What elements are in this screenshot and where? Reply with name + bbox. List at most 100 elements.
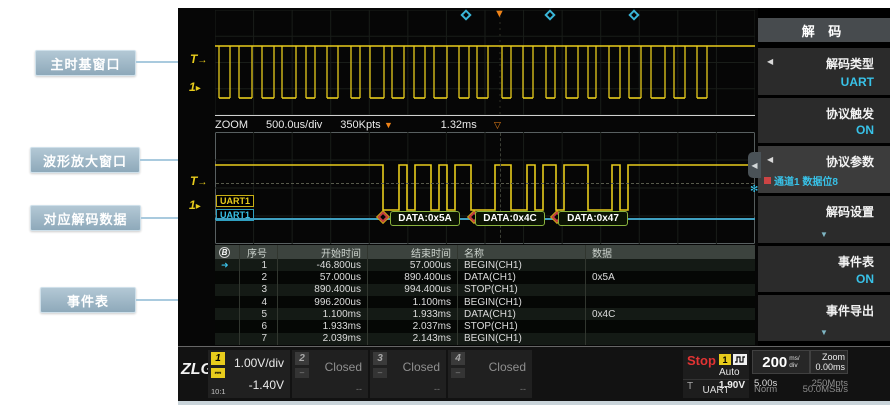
cell-name: DATA(CH1): [458, 308, 586, 320]
callout-decode-data: 对应解码数据: [30, 205, 141, 231]
cell-index: 2: [240, 271, 278, 283]
zoom-channel1-position-marker[interactable]: 1▸: [189, 198, 201, 212]
callout-main-timebase: 主时基窗口: [35, 50, 136, 76]
chevron-down-icon: ▼: [758, 230, 890, 239]
cell-index: 5: [240, 308, 278, 320]
cell-index: 6: [240, 320, 278, 332]
col-index: 序号: [240, 245, 278, 259]
trigger-level-marker[interactable]: T→: [190, 52, 207, 66]
menu-item-value: ON: [856, 272, 874, 286]
menu-item-label: 事件表: [838, 253, 874, 270]
channel1-position-marker[interactable]: 1▸: [189, 80, 201, 94]
cell-end: 2.143ms: [368, 333, 458, 345]
menu-item-decode-type[interactable]: ◀ 解码类型 UART: [758, 48, 890, 95]
channel1-scale: 1.00V/div: [234, 356, 284, 370]
callout-label: 主时基窗口: [50, 54, 120, 73]
channel2-block[interactable]: 2 – Closed --: [292, 350, 368, 398]
cell-data: 0x5A: [586, 271, 755, 283]
trigger-marker-outline-icon[interactable]: ▽: [494, 121, 501, 130]
menu-item-event-export[interactable]: 事件导出 ▼: [758, 295, 890, 341]
row-marker-cell: [215, 308, 240, 320]
timebase-unit: ms/div: [789, 355, 799, 369]
timebase-scale-box: 200 ms/div: [752, 350, 810, 374]
trigger-block[interactable]: Stop 1 Auto T 1.90V UART: [683, 350, 749, 398]
channel1-block[interactable]: 1 ⎓ 10:1 1.00V/div -1.40V: [208, 350, 290, 398]
snowflake-icon: ✻: [750, 184, 758, 195]
col-data: 数据: [586, 245, 755, 259]
menu-item-label: 事件导出: [826, 302, 874, 319]
table-row[interactable]: 4 996.200us 1.100ms BEGIN(CH1): [215, 296, 755, 308]
status-bar: ZLG® 1 ⎓ 10:1 1.00V/div -1.40V 2 – Close…: [178, 346, 890, 401]
channel3-offset: --: [434, 384, 440, 394]
table-row[interactable]: 6 1.933ms 2.037ms STOP(CH1): [215, 320, 755, 332]
decode-event-box: DATA:0x4C: [475, 211, 545, 226]
panel-collapse-handle[interactable]: ◀: [748, 152, 761, 178]
cell-start: 1.933ms: [278, 320, 368, 332]
trigger-slope-icon: [733, 354, 747, 365]
row-marker-cell: ➜: [215, 259, 240, 271]
menu-item-protocol-params[interactable]: ◀ 协议参数 通道1 数据位8: [758, 146, 890, 193]
menu-item-decode-settings[interactable]: 解码设置 ▼: [758, 196, 890, 243]
row-marker-cell: [215, 296, 240, 308]
dc-coupling-icon: ⎓: [211, 368, 225, 378]
trigger-type: UART: [683, 385, 749, 396]
menu-item-value: ON: [856, 123, 874, 137]
zoom-offset: 1.32ms: [441, 119, 477, 131]
cell-start: 57.000us: [278, 271, 368, 283]
trigger-position-marker-icon[interactable]: ▼: [494, 9, 505, 19]
acquisition-mode: Norm: [754, 384, 777, 395]
channel3-block[interactable]: 3 – Closed --: [370, 350, 446, 398]
zoom-scale: 500.0us/div: [266, 119, 322, 131]
cell-data: [586, 296, 755, 308]
cell-name: STOP(CH1): [458, 284, 586, 296]
timebase-block[interactable]: 200 ms/div Zoom 0.00ms 5.00s 250Mpts Nor…: [752, 350, 848, 398]
param-indicator-icon: [764, 177, 771, 184]
col-name: 名称: [458, 245, 586, 259]
channel4-badge: 4: [451, 352, 465, 365]
col-end-time: 结束时间: [368, 245, 458, 259]
zoom-memory-depth: 350Kpts: [340, 119, 380, 131]
cell-end: 1.933ms: [368, 308, 458, 320]
event-table-header: B 序号 开始时间 结束时间 名称 数据: [215, 245, 755, 259]
channel2-offset: --: [356, 384, 362, 394]
table-row[interactable]: 7 2.039ms 2.143ms BEGIN(CH1): [215, 333, 755, 345]
page: 主时基窗口 波形放大窗口 对应解码数据 事件表 ▼ T→ 1▸ ZOOM 500…: [0, 0, 890, 409]
cell-data: [586, 320, 755, 332]
table-row[interactable]: 5 1.100ms 1.933ms DATA(CH1) 0x4C: [215, 308, 755, 320]
menu-title: 解 码: [758, 18, 890, 42]
cell-index: 7: [240, 333, 278, 345]
menu-item-label: 解码设置: [826, 203, 874, 220]
zoom-trigger-level-marker[interactable]: T→: [190, 174, 207, 188]
row-marker-cell: [215, 271, 240, 283]
channel3-badge: 3: [373, 352, 387, 365]
channel1-badge: 1: [211, 352, 225, 365]
coupling-icon: –: [373, 368, 387, 378]
decode-event-box: DATA:0x5A: [390, 211, 460, 226]
cell-name: BEGIN(CH1): [458, 259, 586, 271]
channel4-status: Closed: [489, 360, 526, 374]
callout-event-table: 事件表: [40, 287, 136, 313]
menu-item-protocol-trigger[interactable]: 协议触发 ON: [758, 98, 890, 143]
oscilloscope-screen: ▼ T→ 1▸ ZOOM 500.0us/div 350Kpts 1.32ms …: [178, 8, 890, 401]
zoom-title: ZOOM: [215, 119, 248, 131]
submenu-arrow-icon: ◀: [767, 155, 773, 164]
zoom-label: Zoom: [822, 352, 845, 362]
table-row[interactable]: ➜ 1 -46.800us 57.000us BEGIN(CH1): [215, 259, 755, 271]
table-row[interactable]: 2 57.000us 890.400us DATA(CH1) 0x5A: [215, 271, 755, 283]
cell-end: 1.100ms: [368, 296, 458, 308]
window-divider: [215, 115, 755, 116]
bus-icon-cell: B: [215, 245, 240, 259]
main-timebase-waveform: [215, 10, 755, 115]
menu-item-event-table[interactable]: 事件表 ON: [758, 246, 890, 292]
zoom-offset-value: 0.00ms: [815, 362, 845, 372]
cell-name: STOP(CH1): [458, 320, 586, 332]
channel4-offset: --: [520, 384, 526, 394]
trigger-level-line: [216, 183, 754, 184]
cell-start: 2.039ms: [278, 333, 368, 345]
channel4-block[interactable]: 4 – Closed --: [448, 350, 532, 398]
col-start-time: 开始时间: [278, 245, 368, 259]
table-row[interactable]: 3 890.400us 994.400us STOP(CH1): [215, 284, 755, 296]
zoom-marker-icon[interactable]: ▼: [384, 121, 393, 130]
menu-item-label: 协议触发: [826, 105, 874, 122]
channel3-status: Closed: [403, 360, 440, 374]
